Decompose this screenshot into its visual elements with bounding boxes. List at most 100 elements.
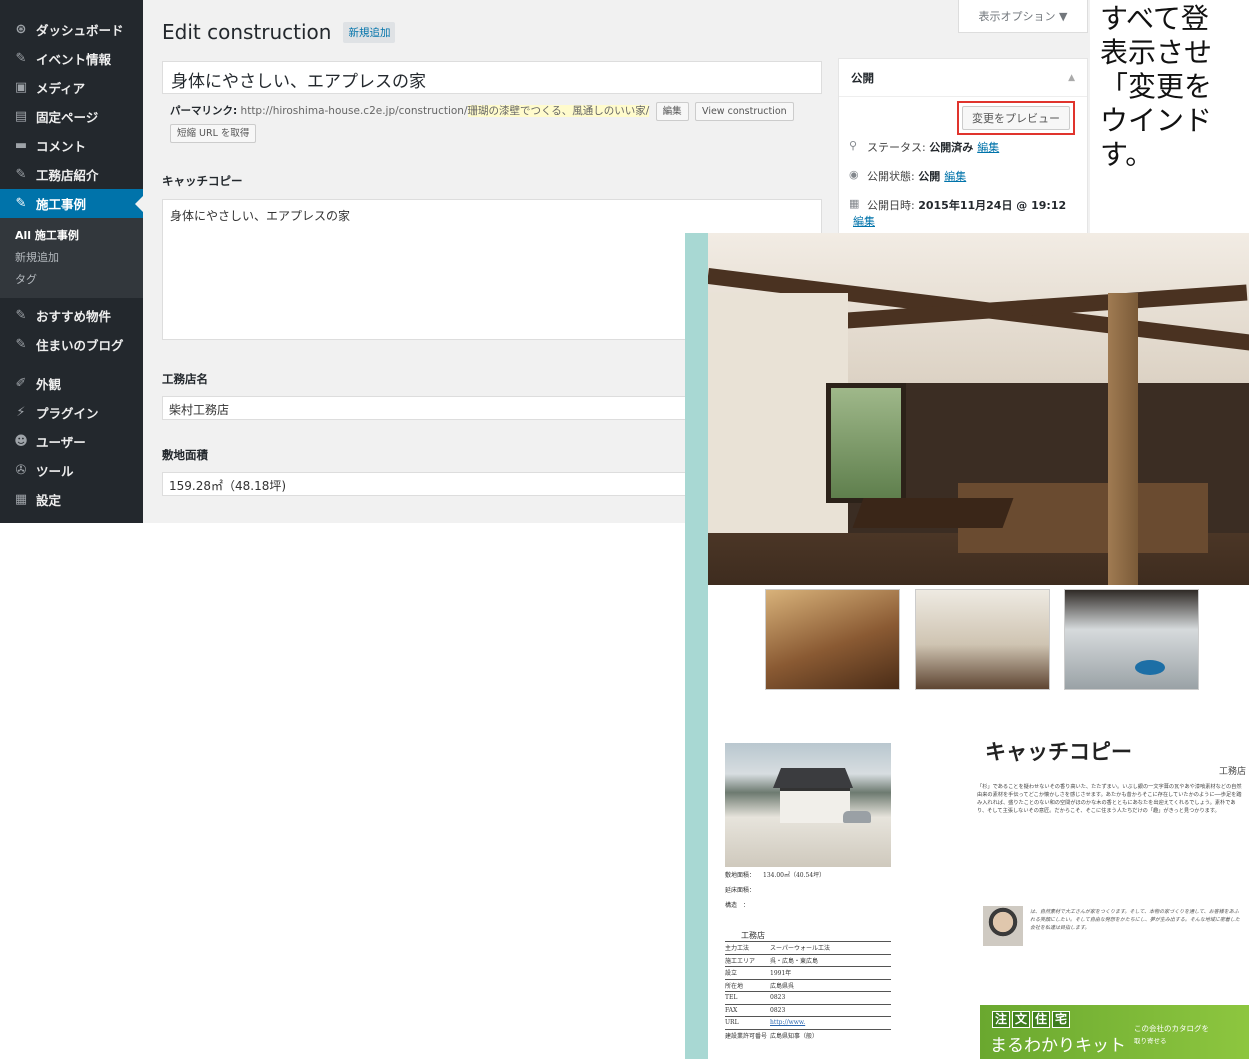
sidebar-item-label: イベント情報: [36, 52, 112, 67]
car: [843, 811, 871, 823]
sidebar-item[interactable]: ⊛ ダッシュボード: [0, 15, 143, 44]
banner-side-line: この会社のカタログを: [1134, 1024, 1209, 1033]
sidebar-item[interactable]: ✎ 工務店紹介: [0, 160, 143, 189]
plugin-icon: ⚡: [16, 405, 26, 420]
permalink-label: パーマリンク:: [170, 105, 238, 117]
submenu-all-construction[interactable]: All 施工事例: [0, 224, 143, 246]
sidebar-item[interactable]: ▤ 固定ページ: [0, 102, 143, 131]
url-link[interactable]: http://www.: [770, 1019, 805, 1026]
sidebar-item-label: 設定: [36, 493, 62, 508]
table-cell-value: 1991年: [770, 970, 792, 978]
sidebar-item[interactable]: ✎ 住まいのブログ: [0, 330, 143, 359]
instruction-line: す。: [1100, 138, 1154, 171]
permalink-slug[interactable]: 珊瑚の漆壁でつくる、風通しのいい家/: [467, 105, 650, 117]
banner-kanji-char: 住: [1032, 1011, 1051, 1028]
submenu-tags[interactable]: タグ: [0, 268, 143, 290]
shortlink-button[interactable]: 短縮 URL を取得: [170, 123, 257, 143]
sidebar-item[interactable]: ✎ 施工事例: [0, 189, 143, 218]
wood-pillar: [1108, 293, 1138, 593]
preview-page: 敷地面積： 134.00㎡（40.54坪） 延床面積： 構造 ： 工務店 主力工法…: [685, 233, 1249, 1059]
sidebar-item[interactable]: ▦ 設定: [0, 485, 143, 514]
spec-value: 134.00㎡（40.54坪）: [763, 872, 826, 879]
visibility-value: 公開: [918, 170, 941, 183]
table-row: URL http://www.: [725, 1016, 891, 1029]
sidebar-item-label: メディア: [36, 81, 86, 96]
table-cell-key: URL: [725, 1019, 739, 1027]
pin-icon: ✎: [15, 337, 27, 352]
submenu-add-new[interactable]: 新規追加: [0, 246, 143, 268]
appearance-icon: ✐: [15, 376, 27, 391]
catalog-request-banner[interactable]: 注 文 住 宅 まるわかりキット この会社のカタログを 取り寄せる: [980, 1005, 1249, 1059]
thumbnail-stairs[interactable]: [765, 589, 900, 690]
sidebar-item[interactable]: ☻ ユーザー: [0, 427, 143, 456]
preview-changes-button[interactable]: 変更をプレビュー: [962, 106, 1070, 130]
table-row: 主力工法 スーパーウォール工法: [725, 941, 891, 954]
status-value: 公開済み: [929, 141, 974, 154]
admin-sidebar: ⊛ ダッシュボード ✎ イベント情報 ▣ メディア ▤ 固定ページ ▬ コメント ✎ 工務店紹介 ✎ 施工…: [0, 0, 143, 523]
visibility-edit-link[interactable]: 編集: [944, 168, 966, 184]
sidebar-item[interactable]: ▬ コメント: [0, 131, 143, 160]
preview-accent-bar: [685, 233, 708, 1059]
table-cell-key: FAX: [725, 1006, 738, 1014]
banner-main-text: まるわかりキット: [990, 1036, 1126, 1056]
sink-bowl: [1135, 660, 1165, 675]
permalink-edit-button[interactable]: 編集: [655, 101, 689, 121]
sidebar-item[interactable]: ▣ メディア: [0, 73, 143, 102]
thumbnail-room[interactable]: [915, 589, 1050, 690]
pin-icon: ✎: [15, 51, 27, 66]
instruction-line: 「変更を: [1100, 70, 1213, 103]
sidebar-item[interactable]: ✎ おすすめ物件: [0, 301, 143, 330]
shop-info-table: 主力工法 スーパーウォール工法 施工エリア 呉・広島・東広島 設立 1991年 所在地 広島県…: [725, 941, 891, 1041]
permalink-row: パーマリンク: http://hiroshima-house.c2e.jp/co…: [170, 100, 820, 144]
sidebar-item-label: ツール: [36, 464, 74, 479]
table-cell-value: 広島県知事（般）: [770, 1032, 819, 1040]
page-icon: ▤: [14, 109, 28, 124]
status-label: ステータス:: [867, 141, 926, 154]
title-row: Edit construction 新規追加: [162, 20, 396, 44]
permalink-base[interactable]: http://hiroshima-house.c2e.jp/constructi…: [241, 105, 468, 117]
banner-kanji-char: 文: [1012, 1011, 1031, 1028]
date-row: ▦ 公開日時: 2015年11月24日 @ 19:12 編集: [849, 197, 1074, 229]
instruction-line: すべて登: [1100, 2, 1209, 35]
sidebar-item-label: ダッシュボード: [36, 23, 124, 38]
date-edit-link[interactable]: 編集: [853, 213, 875, 229]
sidebar-item[interactable]: ✇ ツール: [0, 456, 143, 485]
spec-key: 延床面積：: [725, 887, 756, 894]
pin-icon: ✎: [15, 167, 27, 182]
screen-options-button[interactable]: 表示オプション ▼: [958, 0, 1088, 33]
table-cell-value: スーパーウォール工法: [770, 945, 830, 953]
view-construction-button[interactable]: View construction: [695, 101, 794, 121]
table-row: 施工エリア 呉・広島・東広島: [725, 953, 891, 967]
catch-copy-heading: キャッチコピー: [985, 740, 1132, 764]
house-exterior-photo: [725, 743, 891, 867]
thumbnail-washroom[interactable]: [1064, 589, 1199, 690]
status-edit-link[interactable]: 編集: [977, 139, 999, 155]
submenu-construction: All 施工事例 新規追加 タグ: [0, 218, 143, 298]
add-new-button[interactable]: 新規追加: [343, 21, 396, 43]
window: [826, 383, 906, 503]
pin-icon: ⚲: [849, 139, 858, 152]
sidebar-item-label: 工務店紹介: [36, 168, 99, 183]
screenshot-root: ⊛ ダッシュボード ✎ イベント情報 ▣ メディア ▤ 固定ページ ▬ コメント ✎ 工務店紹介 ✎ 施工…: [0, 0, 1249, 1059]
publish-box-header[interactable]: 公開 ▲: [839, 59, 1087, 97]
sidebar-item[interactable]: ⚡ プラグイン: [0, 398, 143, 427]
calendar-icon: ▦: [849, 197, 860, 210]
avatar: [983, 906, 1023, 946]
site-area-label: 敷地面積: [162, 448, 208, 462]
dashboard-icon: ⊛: [15, 22, 27, 37]
sidebar-item[interactable]: ✎ イベント情報: [0, 44, 143, 73]
description-text: 「杉」であることを疑わせないその香り高いた、たたずまい。いぶし銀の一文字葺の瓦や…: [977, 784, 1242, 814]
table-row: TEL 0823: [725, 991, 891, 1004]
spec-row: 敷地面積： 134.00㎡（40.54坪）: [725, 870, 825, 879]
eye-icon: ◉: [849, 168, 859, 181]
spec-key: 敷地面積：: [725, 872, 756, 879]
table-row: 所在地 広島県呉: [725, 978, 891, 992]
table-row: 設立 1991年: [725, 966, 891, 979]
collapse-arrow-icon[interactable]: ▲: [1068, 73, 1075, 83]
sidebar-item[interactable]: ✐ 外観: [0, 369, 143, 398]
post-title-input[interactable]: 身体にやさしい、エアプレスの家: [162, 61, 822, 94]
banner-side-text: この会社のカタログを 取り寄せる: [1134, 1022, 1244, 1048]
table-cell-key: 建設業許可番号: [725, 1032, 768, 1040]
sidebar-item-label: 住まいのブログ: [36, 338, 124, 353]
house-body: [780, 788, 850, 823]
